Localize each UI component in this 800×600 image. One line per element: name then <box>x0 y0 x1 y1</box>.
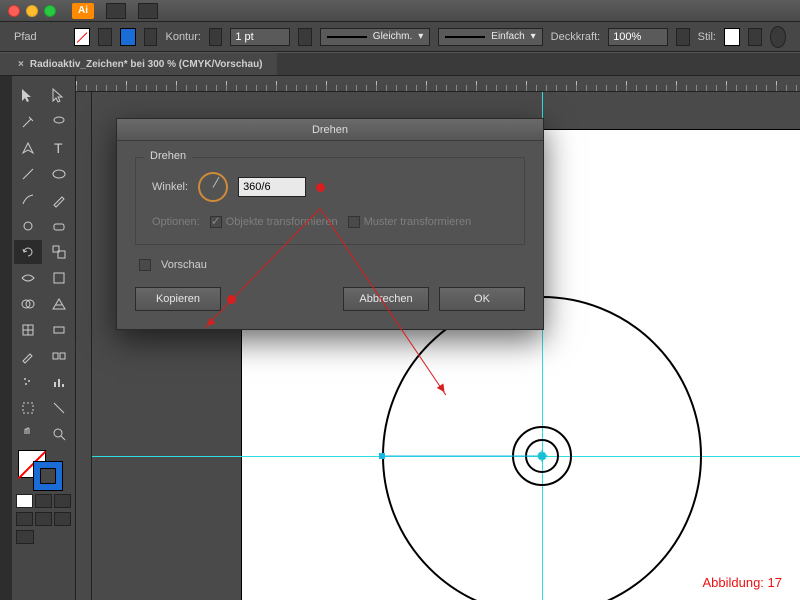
bridge-icon[interactable] <box>106 3 126 19</box>
slice-tool[interactable] <box>45 396 73 420</box>
close-tab-icon[interactable]: × <box>18 59 24 70</box>
annotation-dot-icon <box>227 295 236 304</box>
app-badge: Ai <box>72 3 94 19</box>
angle-label: Winkel: <box>152 181 188 193</box>
transform-objects-label: Objekte transformieren <box>226 216 338 228</box>
blob-brush-tool[interactable] <box>14 214 42 238</box>
artboard-tool[interactable] <box>14 396 42 420</box>
inner-circle[interactable] <box>525 439 559 473</box>
toolbox: T <box>12 76 76 600</box>
stroke-swatch[interactable] <box>120 28 136 46</box>
hand-tool[interactable] <box>14 422 42 446</box>
ellipse-tool[interactable] <box>45 162 73 186</box>
selection-tool[interactable] <box>14 84 42 108</box>
transform-patterns-label: Muster transformieren <box>364 216 472 228</box>
dialog-title: Drehen <box>117 119 543 141</box>
document-tab-label: Radioaktiv_Zeichen* bei 300 % (CMYK/Vors… <box>30 59 263 70</box>
arrange-icon[interactable] <box>138 3 158 19</box>
tool-gutter <box>0 76 12 600</box>
opacity-label: Deckkraft: <box>551 31 601 43</box>
copy-button[interactable]: Kopieren <box>135 287 221 311</box>
stroke-label: Kontur: <box>165 31 200 43</box>
style-dropdown[interactable] <box>748 28 761 46</box>
rotate-dialog: Drehen Drehen Winkel: Optionen: Objekte … <box>116 118 544 330</box>
object-type-label: Pfad <box>14 31 37 43</box>
ruler-vertical[interactable] <box>76 92 92 600</box>
direct-selection-tool[interactable] <box>45 84 73 108</box>
ruler-horizontal[interactable] <box>76 76 800 92</box>
stroke-dropdown[interactable] <box>144 28 157 46</box>
ok-button[interactable]: OK <box>439 287 525 311</box>
transform-objects-checkbox <box>210 216 222 228</box>
document-tab-bar: × Radioaktiv_Zeichen* bei 300 % (CMYK/Vo… <box>0 52 800 76</box>
opacity-dropdown[interactable] <box>676 28 689 46</box>
color-swatches[interactable] <box>12 448 75 492</box>
pen-tool[interactable] <box>14 136 42 160</box>
window-minimize-button[interactable] <box>26 5 38 17</box>
draw-behind[interactable] <box>35 512 52 526</box>
transform-patterns-checkbox <box>348 216 360 228</box>
pencil-tool[interactable] <box>45 188 73 212</box>
scale-tool[interactable] <box>45 240 73 264</box>
shape-builder-tool[interactable] <box>14 292 42 316</box>
stroke-weight-input[interactable] <box>230 28 290 46</box>
style-label: Stil: <box>698 31 716 43</box>
stroke-weight-stepper[interactable] <box>209 28 222 46</box>
symbol-sprayer-tool[interactable] <box>14 370 42 394</box>
fill-swatch[interactable] <box>74 28 90 46</box>
gradient-tool[interactable] <box>45 318 73 342</box>
cancel-button[interactable]: Abbrechen <box>343 287 429 311</box>
color-mode-solid[interactable] <box>16 494 33 508</box>
color-mode-gradient[interactable] <box>35 494 52 508</box>
type-tool[interactable]: T <box>45 136 73 160</box>
brush-select[interactable]: Gleichm.▾ <box>320 28 430 46</box>
angle-input[interactable] <box>238 177 306 197</box>
free-transform-tool[interactable] <box>45 266 73 290</box>
figure-caption: Abbildung: 17 <box>702 575 782 590</box>
zoom-tool[interactable] <box>45 422 73 446</box>
fill-dropdown[interactable] <box>98 28 111 46</box>
opacity-input[interactable] <box>608 28 668 46</box>
eyedropper-tool[interactable] <box>14 344 42 368</box>
style-swatch[interactable] <box>724 28 740 46</box>
annotation-dot-icon <box>316 183 325 192</box>
brush-tool[interactable] <box>14 188 42 212</box>
control-bar: Pfad Kontur: Gleichm.▾ Einfach▾ Deckkraf… <box>0 22 800 52</box>
preview-checkbox[interactable] <box>139 259 151 271</box>
dialog-group-title: Drehen <box>144 150 192 162</box>
preview-label: Vorschau <box>161 259 207 271</box>
stroke-color[interactable] <box>34 462 62 490</box>
line-tool[interactable] <box>14 162 42 186</box>
angle-dial[interactable] <box>198 172 228 202</box>
document-tab[interactable]: × Radioaktiv_Zeichen* bei 300 % (CMYK/Vo… <box>0 53 277 75</box>
color-mode-none[interactable] <box>54 494 71 508</box>
options-label: Optionen: <box>152 216 200 228</box>
svg-text:T: T <box>54 140 63 156</box>
draw-inside[interactable] <box>54 512 71 526</box>
perspective-tool[interactable] <box>45 292 73 316</box>
rotate-tool[interactable] <box>14 240 42 264</box>
draw-normal[interactable] <box>16 512 33 526</box>
profile-select[interactable]: Einfach▾ <box>438 28 542 46</box>
stroke-weight-dropdown[interactable] <box>298 28 311 46</box>
window-zoom-button[interactable] <box>44 5 56 17</box>
eraser-tool[interactable] <box>45 214 73 238</box>
recolor-button[interactable] <box>770 26 786 48</box>
magic-wand-tool[interactable] <box>14 110 42 134</box>
window-close-button[interactable] <box>8 5 20 17</box>
mesh-tool[interactable] <box>14 318 42 342</box>
screen-mode[interactable] <box>16 530 34 544</box>
window-titlebar: Ai <box>0 0 800 22</box>
width-tool[interactable] <box>14 266 42 290</box>
graph-tool[interactable] <box>45 370 73 394</box>
blend-tool[interactable] <box>45 344 73 368</box>
lasso-tool[interactable] <box>45 110 73 134</box>
